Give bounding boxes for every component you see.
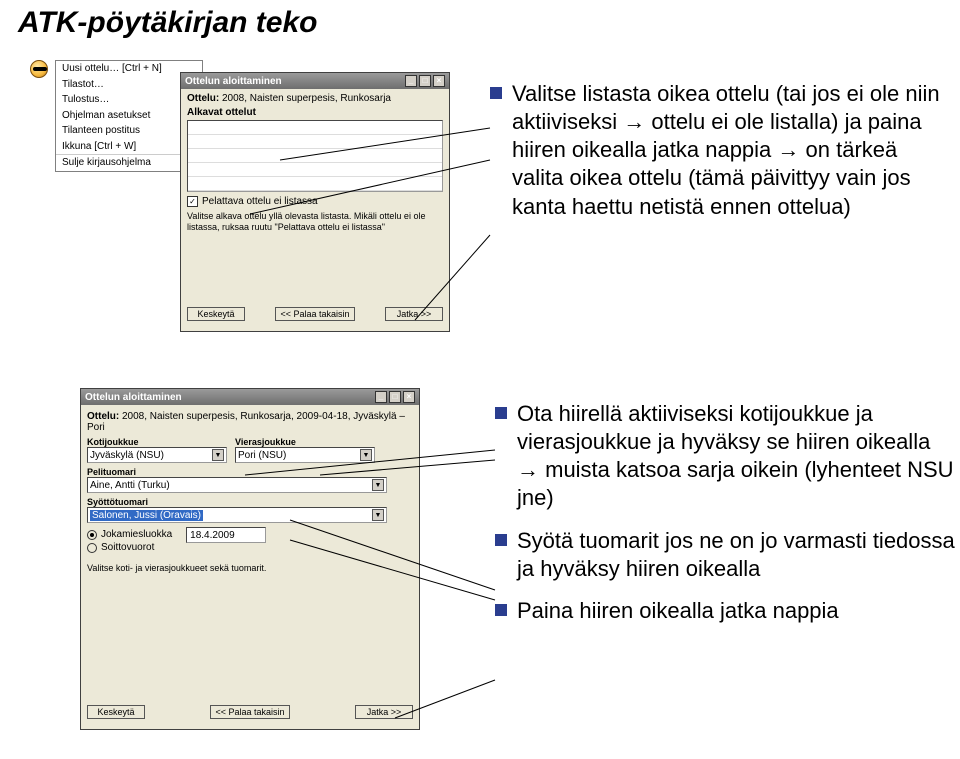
match-list[interactable] <box>187 120 443 192</box>
away-team-combo[interactable]: Pori (NSU)▼ <box>235 447 375 463</box>
cancel-button[interactable]: Keskeytä <box>187 307 245 321</box>
back-button[interactable]: << Palaa takaisin <box>275 307 354 321</box>
close-button[interactable]: × <box>403 391 415 403</box>
bullet-text: Syötä tuomarit jos ne on jo varmasti tie… <box>517 527 955 583</box>
minimize-button[interactable]: _ <box>375 391 387 403</box>
dialog-start-match: Ottelun aloittaminen _ □ × Ottelu: 2008,… <box>180 72 450 332</box>
maximize-button[interactable]: □ <box>419 75 431 87</box>
bullet-text: Ota hiirellä aktiiviseksi kotijoukkue ja… <box>517 400 955 513</box>
pitch-referee-label: Syöttötuomari <box>87 497 413 507</box>
chevron-down-icon: ▼ <box>372 509 384 521</box>
next-button[interactable]: Jatka >> <box>355 705 413 719</box>
back-button[interactable]: << Palaa takaisin <box>210 705 289 719</box>
date-field[interactable]: 18.4.2009 <box>186 527 266 543</box>
maximize-button[interactable]: □ <box>389 391 401 403</box>
dialog-title-text: Ottelun aloittaminen <box>185 76 282 87</box>
face-icon <box>30 60 48 78</box>
instruction-text: Valitse koti- ja vierasjoukkueet sekä tu… <box>87 563 413 573</box>
bullet-list-top: Valitse listasta oikea ottelu (tai jos e… <box>490 80 940 235</box>
dialog-titlebar: Ottelun aloittaminen _ □ × <box>181 73 449 89</box>
close-button[interactable]: × <box>433 75 445 87</box>
ottelu-value: 2008, Naisten superpesis, Runkosarja <box>222 93 391 104</box>
checkbox-label: Pelattava ottelu ei listassa <box>202 196 318 207</box>
dialog-title-text: Ottelun aloittaminen <box>85 392 182 403</box>
referee-combo[interactable]: Aine, Antti (Turku)▼ <box>87 477 387 493</box>
ottelu-value: 2008, Naisten superpesis, Runkosarja, 20… <box>87 411 405 433</box>
dialog-start-match-2: Ottelun aloittaminen _ □ × Ottelu: 2008,… <box>80 388 420 730</box>
pitch-referee-combo[interactable]: Salonen, Jussi (Oravais)▼ <box>87 507 387 523</box>
chevron-down-icon: ▼ <box>372 479 384 491</box>
home-team-label: Kotijoukkue <box>87 437 227 447</box>
radio-jokamies[interactable] <box>87 530 97 540</box>
bullet-icon <box>495 407 507 419</box>
ottelu-label: Ottelu: <box>187 93 219 104</box>
dialog-titlebar: Ottelun aloittaminen _ □ × <box>81 389 419 405</box>
radio-soittovuorot[interactable] <box>87 543 97 553</box>
bullet-icon <box>490 87 502 99</box>
ottelu-label: Ottelu: <box>87 411 119 422</box>
cancel-button[interactable]: Keskeytä <box>87 705 145 719</box>
next-button[interactable]: Jatka >> <box>385 307 443 321</box>
home-team-combo[interactable]: Jyväskylä (NSU)▼ <box>87 447 227 463</box>
bullet-text: Paina hiiren oikealla jatka nappia <box>517 597 955 625</box>
away-team-label: Vierasjoukkue <box>235 437 375 447</box>
referee-label: Pelituomari <box>87 467 413 477</box>
page-title: ATK-pöytäkirjan teko <box>18 6 318 40</box>
bullet-list-bottom: Ota hiirellä aktiiviseksi kotijoukkue ja… <box>495 400 955 639</box>
bullet-icon <box>495 534 507 546</box>
radio-label: Jokamiesluokka <box>101 529 172 540</box>
chevron-down-icon: ▼ <box>212 449 224 461</box>
radio-label: Soittovuorot <box>101 542 154 553</box>
bullet-text: Valitse listasta oikea ottelu (tai jos e… <box>512 80 940 221</box>
chevron-down-icon: ▼ <box>360 449 372 461</box>
minimize-button[interactable]: _ <box>405 75 417 87</box>
checkbox-not-in-list[interactable]: ✓ <box>187 196 198 207</box>
help-text: Valitse alkava ottelu yllä olevasta list… <box>187 211 443 234</box>
bullet-icon <box>495 604 507 616</box>
list-label: Alkavat ottelut <box>187 107 443 118</box>
